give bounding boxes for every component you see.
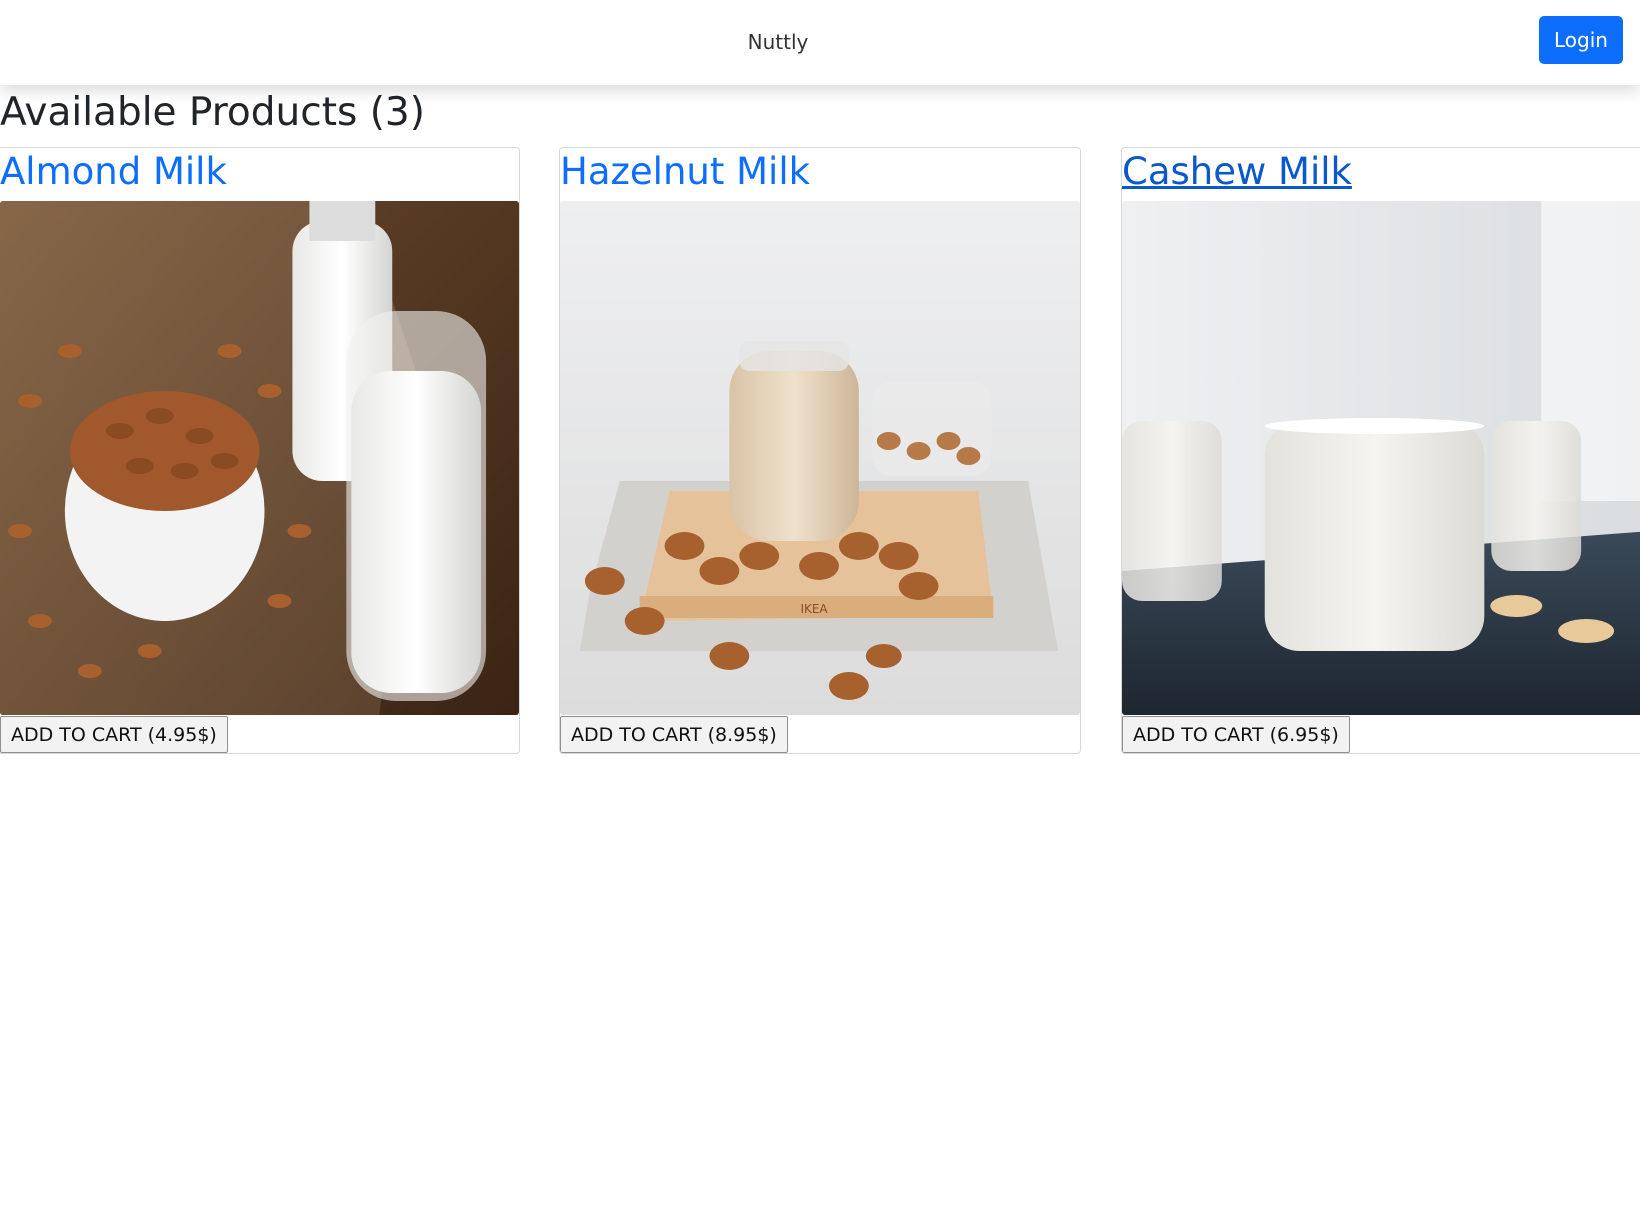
product-link-cashew-milk[interactable]: Cashew Milk — [1122, 150, 1352, 193]
product-image-almond-milk — [0, 201, 519, 715]
product-card-cashew-milk: Cashew Milk ADD TO CART (6.95$) — [1121, 147, 1640, 754]
add-to-cart-button[interactable]: ADD TO CART (8.95$) — [560, 716, 788, 753]
product-card-almond-milk: Almond Milk ADD TO CART (4.95$) — [0, 147, 520, 754]
product-link-hazelnut-milk[interactable]: Hazelnut Milk — [560, 150, 810, 193]
product-image-hazelnut-milk: IKEA — [560, 201, 1080, 715]
product-title: Almond Milk — [0, 149, 227, 195]
product-title: Cashew Milk — [1122, 149, 1352, 195]
product-image-cashew-milk — [1122, 201, 1640, 715]
add-to-cart-button[interactable]: ADD TO CART (6.95$) — [1122, 716, 1350, 753]
product-link-almond-milk[interactable]: Almond Milk — [0, 150, 227, 193]
product-card-hazelnut-milk: Hazelnut Milk IKEA ADD TO CART (8.95$) — [559, 147, 1081, 754]
navbar: Nuttly Login — [0, 0, 1640, 85]
login-button[interactable]: Login — [1539, 16, 1623, 64]
brand-link[interactable]: Nuttly — [0, 0, 1556, 85]
product-title: Hazelnut Milk — [560, 149, 810, 195]
add-to-cart-button[interactable]: ADD TO CART (4.95$) — [0, 716, 228, 753]
page-title: Available Products (3) — [0, 90, 425, 135]
svg-text:IKEA: IKEA — [800, 602, 828, 616]
